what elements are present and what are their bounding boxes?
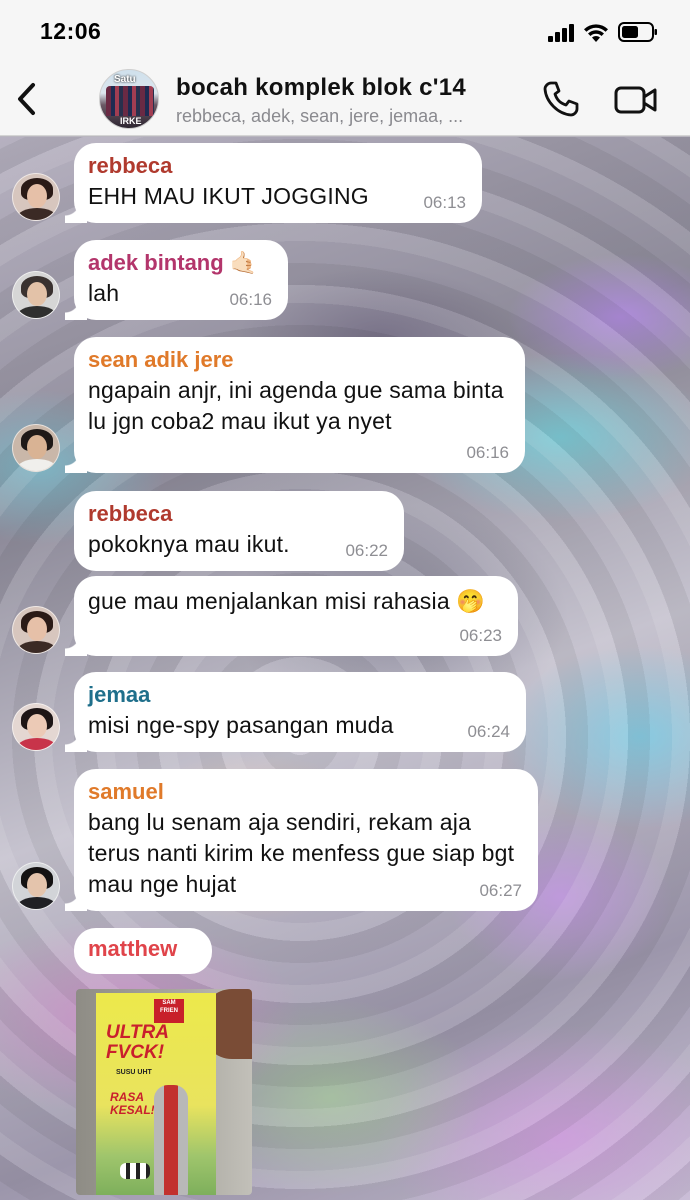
status-time: 12:06 — [40, 18, 102, 44]
message-bubble[interactable]: matthew — [74, 928, 212, 974]
video-call-icon[interactable] — [614, 84, 658, 116]
message-sender: rebbeca — [88, 153, 173, 178]
cellular-signal-icon — [548, 24, 576, 42]
message-bubble[interactable]: rebbeca EHH MAU IKUT JOGGING 06:13 — [65, 143, 482, 223]
carton-brand: SAM FRIEN — [154, 999, 184, 1023]
carton-title: ULTRA FVCK! — [106, 1022, 169, 1063]
message-bubble[interactable]: sean adik jere ngapain anjr, ini agenda … — [65, 337, 525, 473]
carton-flavor: RASA KESAL! — [110, 1090, 155, 1117]
chat-members-list[interactable]: rebbeca, adek, sean, jere, jemaa, ... — [176, 106, 463, 127]
message-time: 06:16 — [466, 443, 509, 462]
avatar-samuel[interactable] — [12, 862, 60, 910]
message-bubble[interactable]: jemaa misi nge-spy pasangan muda 06:24 — [65, 672, 526, 752]
message-text: pokoknya mau ikut. — [88, 531, 290, 557]
message-time: 06:27 — [479, 881, 522, 900]
message-bubble[interactable]: samuel bang lu senam aja sendiri, rekam … — [65, 769, 538, 911]
group-avatar[interactable]: Satu IRKE — [99, 69, 159, 129]
message-sender: matthew — [88, 936, 178, 961]
phone-call-icon[interactable] — [542, 80, 580, 118]
group-avatar-photo — [106, 86, 154, 116]
message-bubble[interactable]: gue mau menjalankan misi rahasia 🤭 06:23 — [65, 576, 518, 656]
message-text: bang lu senam aja sendiri, rekam aja ter… — [88, 809, 515, 897]
message-time: 06:24 — [467, 722, 510, 741]
group-avatar-text-top: Satu — [114, 74, 136, 85]
group-avatar-text-bottom: IRKE — [120, 116, 142, 126]
carton-subtitle: SUSU UHT — [116, 1069, 152, 1076]
message-time: 06:16 — [229, 290, 272, 309]
message-sender: rebbeca — [88, 501, 173, 526]
avatar-jemaa[interactable] — [12, 703, 60, 751]
message-sender: sean adik jere — [88, 347, 234, 372]
message-time: 06:22 — [345, 541, 388, 560]
message-text: misi nge-spy pasangan muda — [88, 712, 394, 738]
chat-title[interactable]: bocah komplek blok c'14 — [176, 74, 466, 102]
message-time: 06:23 — [459, 626, 502, 645]
avatar-adek-bintang[interactable] — [12, 271, 60, 319]
message-time: 06:13 — [423, 193, 466, 212]
back-chevron-icon[interactable] — [12, 80, 42, 118]
avatar-rebbeca[interactable] — [12, 173, 60, 221]
status-bar: 12:06 — [0, 0, 690, 62]
message-sender: samuel — [88, 779, 164, 804]
battery-icon — [618, 22, 657, 42]
message-bubble[interactable]: rebbeca pokoknya mau ikut. 06:22 — [74, 491, 404, 571]
chat-header: Satu IRKE bocah komplek blok c'14 rebbec… — [0, 62, 690, 136]
image-milk-carton: SAM FRIEN ULTRA FVCK! SUSU UHT RASA KESA… — [96, 993, 216, 1195]
message-sender: jemaa — [88, 682, 151, 707]
avatar-sean[interactable] — [12, 424, 60, 472]
avatar-rebbeca[interactable] — [12, 606, 60, 654]
message-text: ngapain anjr, ini agenda gue sama binta … — [88, 377, 504, 434]
message-sender: adek bintang 🤙🏻 — [88, 250, 258, 275]
carton-hero-figure — [154, 1085, 188, 1195]
image-message[interactable]: SAM FRIEN ULTRA FVCK! SUSU UHT RASA KESA… — [76, 989, 252, 1195]
message-bubble[interactable]: adek bintang 🤙🏻 lah 06:16 — [65, 240, 288, 320]
wifi-icon — [584, 24, 608, 42]
message-text: EHH MAU IKUT JOGGING — [88, 183, 369, 209]
carton-cow — [120, 1163, 150, 1179]
message-text: gue mau menjalankan misi rahasia 🤭 — [88, 588, 486, 614]
